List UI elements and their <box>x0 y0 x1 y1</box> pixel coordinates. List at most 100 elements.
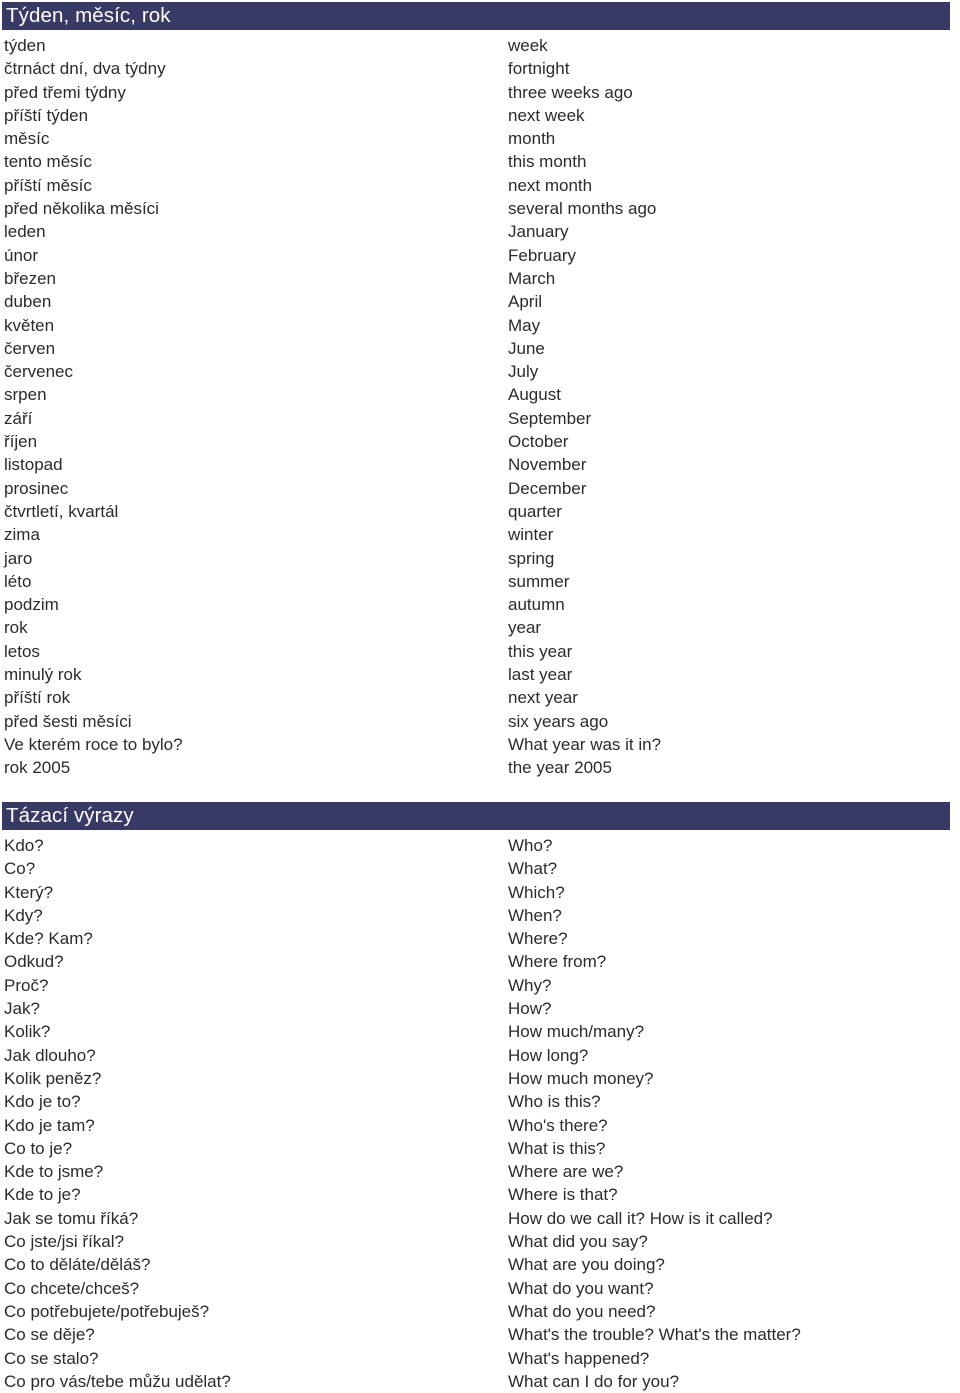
phrase-row: před třemi týdny three weeks ago <box>0 81 960 104</box>
phrase-row: srpen August <box>0 383 960 406</box>
phrase-english: Who? <box>508 836 553 855</box>
phrase-english: What is this? <box>508 1138 606 1158</box>
phrase-row: příští měsíc next month <box>0 174 960 197</box>
phrase-czech: podzim <box>4 595 59 615</box>
phrase-row: Který? Which? <box>0 881 960 904</box>
phrase-english: What year was it in? <box>508 734 662 754</box>
phrase-english: How much/many? <box>508 1022 645 1042</box>
phrase-row: duben April <box>0 290 960 313</box>
phrase-english: next month <box>508 175 593 195</box>
phrase-english: year <box>508 618 542 638</box>
section-header-question-words: Tázací výrazy <box>2 802 950 830</box>
phrase-czech: letos <box>4 641 40 661</box>
phrase-czech: Jak? <box>4 999 40 1019</box>
phrase-row: březen March <box>0 267 960 290</box>
phrase-english: January <box>508 222 569 242</box>
phrase-english: Who is this? <box>508 1092 601 1112</box>
section-week-month-year: Týden, měsíc, rok týden week čtrnáct dní, … <box>0 2 960 780</box>
phrase-czech: Kdo? <box>4 836 44 855</box>
phrase-czech: Kde? Kam? <box>4 929 93 949</box>
section-question-words: Tázací výrazy Kdo? Who? Co? What? Který? Whic… <box>0 802 960 1393</box>
phrase-czech: Co pro vás/tebe můžu udělat? <box>4 1371 231 1391</box>
phrase-czech: Který? <box>4 882 54 902</box>
phrase-row: čtrnáct dní, dva týdny fortnight <box>0 57 960 80</box>
phrase-english: July <box>508 362 539 382</box>
phrase-english: summer <box>508 571 570 591</box>
phrase-row: podzim autumn <box>0 593 960 616</box>
phrase-english: June <box>508 338 545 358</box>
phrase-row: Kde? Kam? Where? <box>0 927 960 950</box>
phrase-czech: příští týden <box>4 105 89 125</box>
phrase-czech: květen <box>4 315 55 335</box>
phrase-czech: před šesti měsíci <box>4 711 132 731</box>
phrase-english: April <box>508 292 543 312</box>
phrase-list-week-month-year: týden week čtrnáct dní, dva týdny fortnight… <box>0 30 960 780</box>
phrase-row: prosinec December <box>0 477 960 500</box>
phrase-row: Jak se tomu říká? How do we call it? How … <box>0 1207 960 1230</box>
phrase-czech: Kdo je tam? <box>4 1115 95 1135</box>
phrase-list-question-words: Kdo? Who? Co? What? Který? Which? Kdy? When? Kde… <box>0 830 960 1393</box>
phrase-english: How do we call it? How is it called? <box>508 1208 773 1228</box>
phrase-row: týden week <box>0 34 960 57</box>
phrase-english: Where is that? <box>508 1185 618 1205</box>
phrase-english: this month <box>508 152 587 172</box>
phrase-row: Proč? Why? <box>0 974 960 997</box>
phrase-czech: únor <box>4 245 39 265</box>
phrase-row: Co se stalo? What's happened? <box>0 1347 960 1370</box>
section-title: Tázací výrazy <box>6 803 134 827</box>
phrase-row: tento měsíc this month <box>0 150 960 173</box>
phrase-english: next year <box>508 688 578 708</box>
phrase-english: What's the trouble? What's the matter? <box>508 1325 801 1345</box>
phrase-czech: léto <box>4 571 32 591</box>
phrase-row: Jak dlouho? How long? <box>0 1044 960 1067</box>
phrase-english: What's happened? <box>508 1348 650 1368</box>
phrase-english: What do you want? <box>508 1278 654 1298</box>
phrase-row: minulý rok last year <box>0 663 960 686</box>
phrase-row: před šesti měsíci six years ago <box>0 710 960 733</box>
phrase-row: měsíc month <box>0 127 960 150</box>
phrase-row: květen May <box>0 314 960 337</box>
phrase-row: listopad November <box>0 453 960 476</box>
phrase-row: Co chcete/chceš? What do you want? <box>0 1277 960 1300</box>
phrase-czech: před třemi týdny <box>4 82 126 102</box>
phrase-english: six years ago <box>508 711 609 731</box>
phrase-row: září September <box>0 407 960 430</box>
phrasebook-page: Týden, měsíc, rok týden week čtrnáct dní, … <box>0 0 960 1392</box>
phrase-czech: před několika měsíci <box>4 199 159 219</box>
phrase-english: What can I do for you? <box>508 1371 680 1391</box>
phrase-row: Co potřebujete/potřebuješ? What do you ne… <box>0 1300 960 1323</box>
phrase-czech: týden <box>4 36 46 55</box>
phrase-czech: příští měsíc <box>4 175 92 195</box>
phrase-row: příští týden next week <box>0 104 960 127</box>
phrase-row: čtvrtletí, kvartál quarter <box>0 500 960 523</box>
phrase-czech: zima <box>4 525 40 545</box>
phrase-row: Kolik peněz? How much money? <box>0 1067 960 1090</box>
phrase-czech: červenec <box>4 362 73 382</box>
phrase-row: Kdy? When? <box>0 904 960 927</box>
phrase-english: What? <box>508 859 558 879</box>
phrase-row: říjen October <box>0 430 960 453</box>
phrase-czech: Kdo je to? <box>4 1092 81 1112</box>
phrase-row: Odkud? Where from? <box>0 950 960 973</box>
phrase-row: únor February <box>0 244 960 267</box>
phrase-czech: listopad <box>4 455 63 475</box>
phrase-english: quarter <box>508 501 562 521</box>
phrase-row: Kdo je to? Who is this? <box>0 1090 960 1113</box>
phrase-czech: Kolik? <box>4 1022 51 1042</box>
phrase-english: May <box>508 315 541 335</box>
phrase-english: How much money? <box>508 1068 654 1088</box>
phrase-row: leden January <box>0 220 960 243</box>
phrase-english: What did you say? <box>508 1232 648 1252</box>
phrase-czech: rok 2005 <box>4 758 71 778</box>
phrase-english: week <box>508 36 548 55</box>
phrase-czech: Co se stalo? <box>4 1348 99 1368</box>
phrase-english: autumn <box>508 595 565 615</box>
phrase-english: Which? <box>508 882 565 902</box>
phrase-english: Who's there? <box>508 1115 608 1135</box>
phrase-english: How? <box>508 999 552 1019</box>
phrase-row: červen June <box>0 337 960 360</box>
section-title: Týden, měsíc, rok <box>6 3 171 27</box>
phrase-czech: březen <box>4 268 56 288</box>
phrase-czech: čtvrtletí, kvartál <box>4 501 119 521</box>
phrase-english: the year 2005 <box>508 758 612 778</box>
